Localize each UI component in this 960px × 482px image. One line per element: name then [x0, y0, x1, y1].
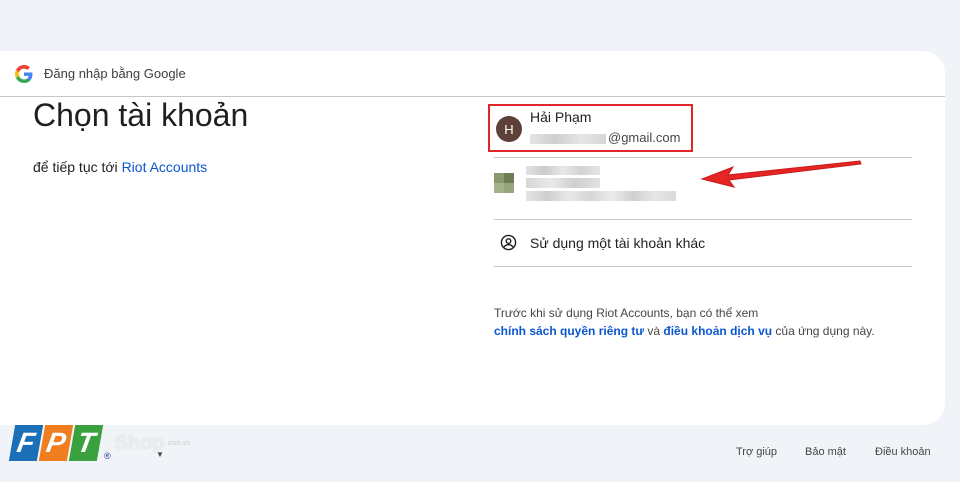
blur-block — [504, 183, 514, 193]
header-title: Đăng nhập bằng Google — [44, 66, 186, 81]
fpt-logo-p: P — [38, 425, 74, 461]
notice-line-1: Trước khi sử dụng Riot Accounts, bạn có … — [494, 306, 759, 320]
privacy-policy-link[interactable]: chính sách quyền riêng tư — [494, 324, 644, 338]
page-title: Chọn tài khoản — [33, 97, 249, 133]
language-dropdown-caret-icon[interactable]: ▼ — [156, 450, 164, 459]
watermark-domain: .com.vn — [165, 439, 191, 447]
blur-block — [526, 191, 676, 201]
annotation-arrow-icon — [700, 160, 862, 188]
blur-block — [526, 166, 600, 175]
footer-help-link[interactable]: Trợ giúp — [736, 446, 777, 458]
blur-block — [504, 173, 514, 183]
use-another-account-label: Sử dụng một tài khoản khác — [530, 235, 706, 251]
subtitle-prefix: để tiếp tục tới — [33, 159, 122, 175]
notice-conjunction: và — [644, 324, 664, 338]
footer-privacy-link[interactable]: Bảo mật — [805, 446, 846, 458]
terms-of-service-link[interactable]: điều khoản dịch vụ — [663, 324, 772, 338]
blur-block — [494, 173, 504, 183]
app-link[interactable]: Riot Accounts — [122, 159, 208, 175]
notice-line-2: chính sách quyền riêng tư và điều khoản … — [494, 324, 875, 338]
account-circle-icon — [500, 234, 517, 251]
footer-terms-link[interactable]: Điều khoản — [875, 446, 931, 458]
registered-mark: ® — [104, 451, 111, 461]
page-subtitle: để tiếp tục tới Riot Accounts — [33, 159, 207, 175]
notice-suffix: của ứng dụng này. — [772, 324, 875, 338]
fpt-logo-t: T — [68, 425, 104, 461]
blur-block — [526, 178, 600, 188]
fpt-logo-f: F — [8, 425, 44, 461]
blur-block — [494, 183, 504, 193]
google-g-icon — [15, 64, 33, 83]
highlight-box — [488, 104, 693, 152]
card-header: Đăng nhập bằng Google — [0, 51, 945, 97]
